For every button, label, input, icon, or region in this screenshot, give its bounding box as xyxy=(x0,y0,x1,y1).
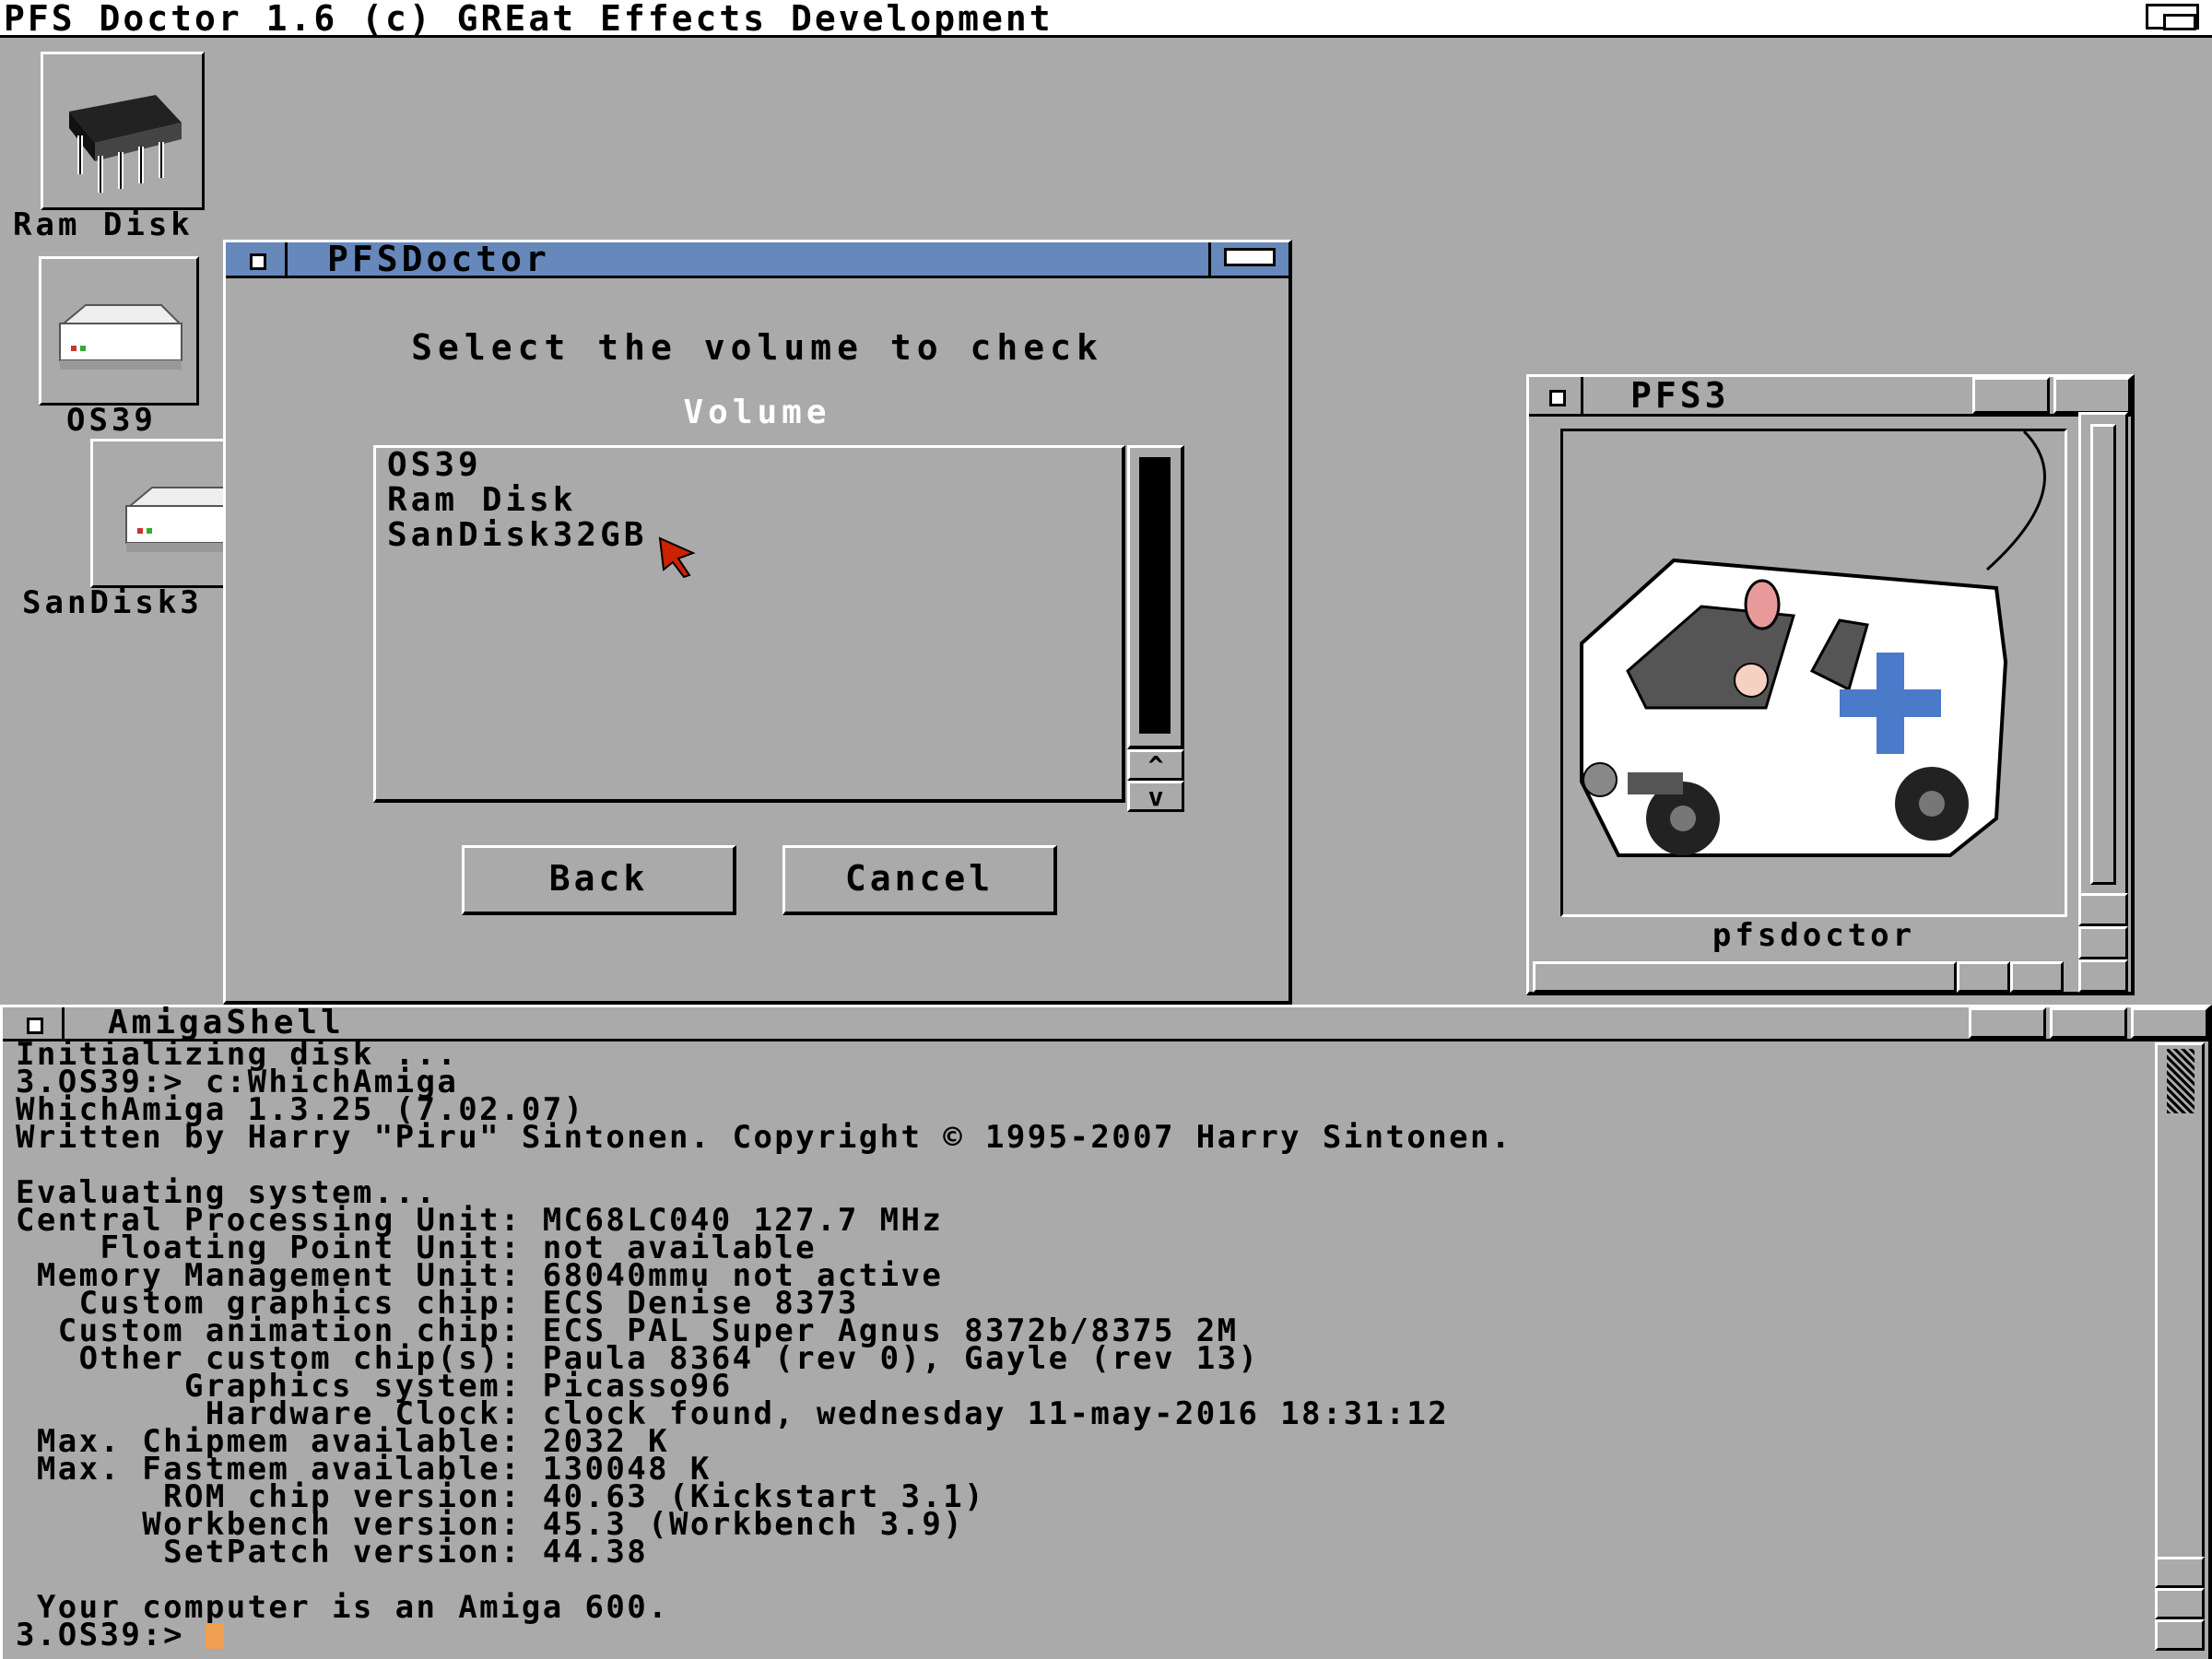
volume-item[interactable]: Ram Disk xyxy=(387,483,576,518)
volume-list-label: Volume xyxy=(683,394,831,431)
scroll-down-arrow[interactable]: v xyxy=(1127,781,1184,812)
ram-disk-label: Ram Disk xyxy=(13,206,194,243)
sandisk-icon-frame xyxy=(90,439,243,588)
shell-scroll-down-arrow[interactable] xyxy=(2155,1588,2205,1619)
volume-listview[interactable]: OS39 Ram Disk SanDisk32GB xyxy=(373,445,1125,803)
amigashell-window: AmigaShell Initializing disk ... 3.OS39:>… xyxy=(0,1004,2212,1659)
desktop-icon-os39[interactable]: OS39 xyxy=(13,256,216,441)
screen-title-bar: PFS Doctor 1.6 (c) GREat Effects Develop… xyxy=(0,0,2212,39)
pfs3-drawer-window: PFS3 pfsdoctor xyxy=(1526,374,2135,995)
dialog-title: PFSDoctor xyxy=(327,239,550,279)
os39-icon-frame xyxy=(39,256,199,406)
shell-depth-gadget[interactable] xyxy=(2131,1007,2208,1039)
shell-vertical-scrollbar[interactable] xyxy=(2155,1042,2205,1584)
drawer-depth-gadget[interactable] xyxy=(2053,377,2131,414)
shell-scroll-knob[interactable] xyxy=(2167,1049,2194,1113)
drawer-close-gadget[interactable] xyxy=(1529,377,1583,414)
shell-line: Written by Harry "Piru" Sintonen. Copyri… xyxy=(16,1119,1512,1156)
shell-size-gadget[interactable] xyxy=(2155,1619,2205,1651)
scroll-up-arrow[interactable]: ^ xyxy=(1127,749,1184,781)
screen-depth-gadget[interactable] xyxy=(2146,4,2199,30)
back-button[interactable]: Back xyxy=(462,845,736,915)
pfsdoctor-icon[interactable] xyxy=(1563,429,2065,920)
drawer-horizontal-scrollbar[interactable] xyxy=(1533,961,1957,993)
drawer-item-label: pfsdoctor xyxy=(1712,917,1916,954)
harddisk-icon xyxy=(59,304,182,370)
shell-line: SetPatch version: 44.38 xyxy=(16,1534,649,1571)
drawer-scroll-up-arrow[interactable] xyxy=(2078,893,2128,926)
drawer-scroll-right-arrow[interactable] xyxy=(2010,961,2064,993)
desktop-icon-sandisk[interactable]: SanDisk3 xyxy=(13,439,243,623)
cancel-button-label: Cancel xyxy=(844,858,994,899)
cancel-button[interactable]: Cancel xyxy=(782,845,1057,915)
dialog-heading: Select the volume to check xyxy=(411,327,1103,368)
ram-disk-icon-frame xyxy=(41,52,205,210)
shell-close-gadget[interactable] xyxy=(3,1007,65,1039)
back-button-label: Back xyxy=(548,858,649,899)
desktop-icon-ram-disk[interactable]: Ram Disk xyxy=(13,52,234,245)
depth-gadget[interactable] xyxy=(1208,242,1288,276)
close-gadget[interactable] xyxy=(226,242,288,276)
drawer-vertical-scrollbar[interactable] xyxy=(2078,412,2128,919)
shell-prompt: 3.OS39:> xyxy=(16,1617,206,1653)
shell-output[interactable]: Initializing disk ... 3.OS39:> c:WhichAmi… xyxy=(16,1039,2147,1651)
chip-icon xyxy=(69,95,182,193)
drawer-contents xyxy=(1560,429,2067,917)
pfsdoctor-dialog: PFSDoctor Select the volume to check Vol… xyxy=(223,239,1292,1005)
vertical-scroll-knob[interactable] xyxy=(2090,424,2116,885)
volume-item[interactable]: SanDisk32GB xyxy=(387,518,647,553)
volume-item[interactable]: OS39 xyxy=(387,448,482,483)
dialog-title-bar[interactable]: PFSDoctor xyxy=(226,239,1288,279)
drawer-scroll-down-arrow[interactable] xyxy=(2078,926,2128,959)
zoom-gadget[interactable] xyxy=(1972,377,2050,414)
ambulance-icon xyxy=(1580,429,2046,857)
shell-zoom-gadget[interactable] xyxy=(2050,1007,2127,1039)
os39-label: OS39 xyxy=(66,402,157,439)
shell-scroll-up-arrow[interactable] xyxy=(2155,1557,2205,1588)
drawer-size-gadget[interactable] xyxy=(2078,959,2128,993)
text-cursor xyxy=(205,1623,224,1649)
sandisk-label: SanDisk3 xyxy=(22,584,203,621)
drawer-title-bar[interactable]: PFS3 xyxy=(1529,375,2131,417)
mouse-pointer-icon xyxy=(658,536,696,579)
screen-title: PFS Doctor 1.6 (c) GREat Effects Develop… xyxy=(4,0,1053,39)
harddisk-icon xyxy=(125,487,242,552)
shell-iconify-gadget[interactable] xyxy=(1969,1007,2046,1039)
scrollbar-knob[interactable] xyxy=(1139,457,1171,734)
drawer-title: PFS3 xyxy=(1630,375,1730,416)
volume-list-scrollbar[interactable] xyxy=(1127,445,1184,749)
drawer-scroll-left-arrow[interactable] xyxy=(1957,961,2010,993)
shell-line: Your computer is an Amiga 600. xyxy=(16,1589,669,1626)
